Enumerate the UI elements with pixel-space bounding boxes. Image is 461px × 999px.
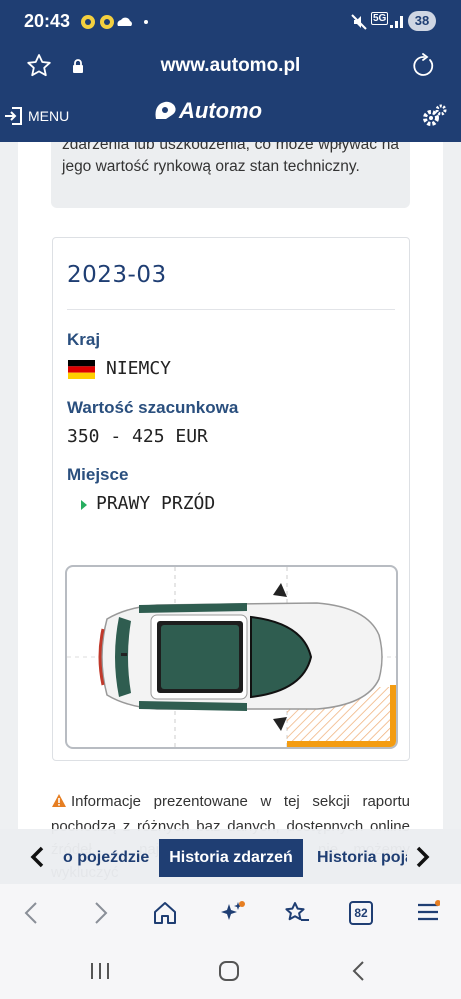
car-damage-diagram: [65, 565, 398, 749]
site-logo[interactable]: Automo: [152, 98, 262, 124]
chevron-right-icon[interactable]: [412, 846, 432, 873]
site-header: MENU Automo: [0, 92, 461, 142]
url-text[interactable]: www.automo.pl: [0, 55, 461, 77]
logo-icon: [155, 101, 176, 119]
event-card: 2023-03 Kraj NIEMCY Wartość szacunkowa 3…: [52, 237, 410, 761]
place-label: Miejsce: [67, 465, 129, 484]
tab-vehicle-history[interactable]: Historia poja: [317, 839, 407, 877]
tab-vehicle-info[interactable]: o pojeździe: [63, 839, 149, 877]
caret-right-icon: [80, 498, 88, 516]
chevron-left-icon[interactable]: [28, 846, 48, 873]
intro-text: zidentyfikowany jako posiadający odnotow…: [62, 142, 399, 175]
estimated-value: 350 - 425 EUR: [67, 426, 208, 447]
home-icon[interactable]: [152, 900, 178, 931]
country-label: Kraj: [67, 330, 101, 349]
reload-icon[interactable]: [410, 53, 436, 84]
tab-event-history[interactable]: Historia zdarzeń: [159, 839, 303, 877]
report-content: zidentyfikowany jako posiadający odnotow…: [0, 142, 461, 884]
home-nav-icon[interactable]: [218, 960, 240, 987]
back-icon[interactable]: [22, 901, 42, 930]
menu-button[interactable]: MENU: [4, 106, 69, 126]
value-label: Wartość szacunkowa: [67, 398, 239, 417]
signal-icon: [389, 13, 405, 34]
card-divider: [67, 309, 395, 310]
battery-badge: 38: [408, 11, 436, 31]
germany-flag-icon: [68, 360, 95, 384]
system-nav-bar: [0, 941, 461, 999]
event-date: 2023-03: [67, 262, 167, 288]
hamburger-menu-icon[interactable]: [416, 900, 441, 929]
forward-icon[interactable]: [90, 901, 110, 930]
mute-icon: [350, 13, 368, 36]
notification-icons: [80, 13, 150, 36]
network-badge: 5G: [371, 12, 389, 25]
settings-gears-icon[interactable]: [420, 102, 448, 135]
tabs-counter[interactable]: 82: [349, 901, 373, 925]
menu-enter-icon: [5, 107, 22, 125]
status-bar: 20:43 5G 38: [0, 0, 461, 44]
logo-text: Automo: [179, 98, 263, 123]
url-bar: www.automo.pl: [0, 44, 461, 92]
clock: 20:43: [24, 11, 71, 31]
place-value: PRAWY PRZÓD: [96, 493, 216, 514]
intro-box: zidentyfikowany jako posiadający odnotow…: [51, 142, 410, 208]
bookmarks-icon[interactable]: [283, 900, 311, 931]
assistant-sparkle-icon[interactable]: [218, 900, 246, 933]
browser-toolbar: 82: [0, 884, 461, 941]
country-value: NIEMCY: [106, 358, 172, 379]
back-nav-icon[interactable]: [350, 960, 366, 987]
recent-apps-icon[interactable]: [89, 961, 111, 986]
menu-label: MENU: [28, 108, 70, 124]
section-tabs: o pojeździe Historia zdarzeń Historia po…: [0, 829, 461, 885]
warning-icon: [51, 792, 67, 815]
